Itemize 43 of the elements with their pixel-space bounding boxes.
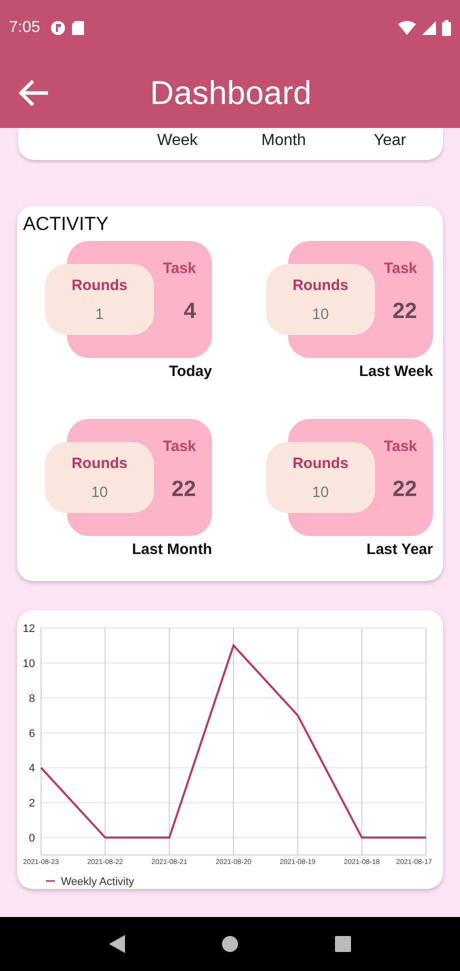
y-tick-label: 4 — [28, 762, 35, 775]
screen-title: Dashboard — [150, 74, 312, 112]
task-count: 22 — [392, 298, 417, 324]
activity-title: ACTIVITY — [23, 214, 110, 236]
y-tick-label: 6 — [28, 728, 35, 740]
y-tick-label: 2 — [28, 798, 35, 810]
task-label: Task — [162, 260, 196, 277]
legend-label: Weekly Activity — [61, 876, 134, 888]
task-count: 22 — [172, 476, 196, 502]
period-name: Last Month — [132, 541, 212, 558]
back-nav-icon[interactable] — [108, 935, 125, 953]
signal-icon — [422, 21, 436, 35]
y-tick-label: 8 — [28, 692, 35, 705]
task-count: 4 — [184, 298, 196, 324]
back-arrow-icon[interactable] — [18, 79, 50, 107]
rounds-count: 10 — [312, 484, 329, 501]
task-label: Task — [162, 438, 196, 455]
rounds-count: 10 — [91, 484, 108, 501]
task-count: 22 — [392, 476, 417, 502]
notification-icon — [50, 20, 66, 36]
rounds-label: Rounds — [292, 455, 348, 472]
period-name: Today — [168, 363, 212, 380]
period-label: Week — [156, 132, 199, 150]
y-tick-label: 12 — [22, 623, 35, 635]
rounds-label: Rounds — [72, 277, 128, 294]
status-time: 7:05 — [9, 19, 40, 37]
rounds-count: 1 — [95, 306, 104, 323]
sd-card-icon — [72, 21, 84, 35]
wifi-icon — [398, 21, 416, 35]
y-tick-label: 0 — [28, 832, 35, 845]
period-name: Last Year — [366, 541, 433, 558]
task-label: Task — [384, 438, 417, 455]
period-label: Year — [372, 132, 408, 150]
rounds-count: 10 — [312, 306, 329, 323]
home-nav-icon[interactable] — [222, 936, 238, 952]
recents-nav-icon[interactable] — [335, 936, 352, 952]
task-label: Task — [384, 260, 417, 277]
period-label: Month — [260, 132, 307, 150]
y-tick-label: 10 — [22, 658, 35, 670]
period-name: Last Week — [359, 363, 433, 380]
rounds-label: Rounds — [292, 277, 348, 294]
rounds-label: Rounds — [72, 455, 128, 472]
battery-icon — [442, 20, 451, 36]
